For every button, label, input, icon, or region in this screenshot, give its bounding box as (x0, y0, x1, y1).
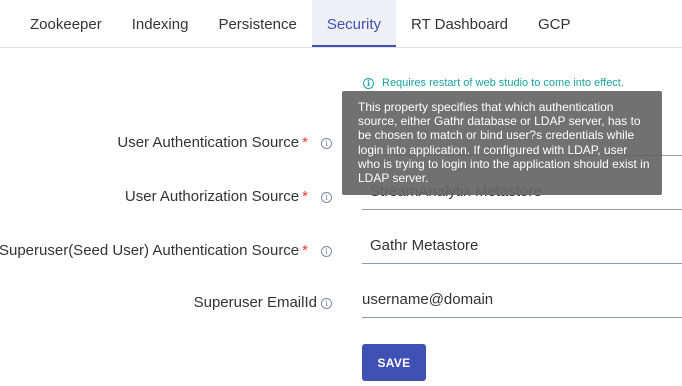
field-value: Gathr Metastore (370, 237, 479, 254)
info-icon[interactable]: i (321, 192, 332, 203)
tab-indexing[interactable]: Indexing (117, 0, 204, 47)
required-marker: * (302, 134, 308, 151)
info-icon: i (363, 77, 374, 89)
field-label: Superuser EmailId (193, 294, 317, 311)
info-icon[interactable]: i (321, 138, 332, 149)
info-icon[interactable]: i (321, 246, 332, 257)
field-label: User Authorization Source * (124, 188, 308, 205)
superuser-authentication-source-select[interactable]: Gathr Metastore (362, 232, 682, 264)
tab-persistence[interactable]: Persistence (203, 0, 311, 47)
tab-zookeeper[interactable]: Zookeeper (0, 0, 117, 47)
help-tooltip: This property specifies that which authe… (342, 91, 662, 195)
required-marker: * (302, 188, 308, 205)
settings-tabs: Zookeeper Indexing Persistence Security … (0, 0, 682, 48)
info-icon[interactable]: i (321, 298, 332, 309)
tab-security[interactable]: Security (311, 0, 396, 47)
required-marker: * (302, 242, 308, 259)
restart-notice: i Requires restart of web studio to come… (363, 77, 624, 89)
superuser-emailid-input[interactable]: username@domain (362, 286, 682, 318)
field-value: username@domain (362, 291, 494, 308)
tab-rt-dashboard[interactable]: RT Dashboard (396, 0, 523, 47)
tab-gcp[interactable]: GCP (523, 0, 586, 47)
field-label: Superuser(Seed User) Authentication Sour… (0, 242, 308, 259)
field-label: User Authentication Source * (117, 134, 308, 151)
restart-notice-text: Requires restart of web studio to come i… (382, 77, 624, 89)
save-button[interactable]: SAVE (362, 344, 426, 381)
tooltip-text: This property specifies that which authe… (358, 100, 650, 186)
